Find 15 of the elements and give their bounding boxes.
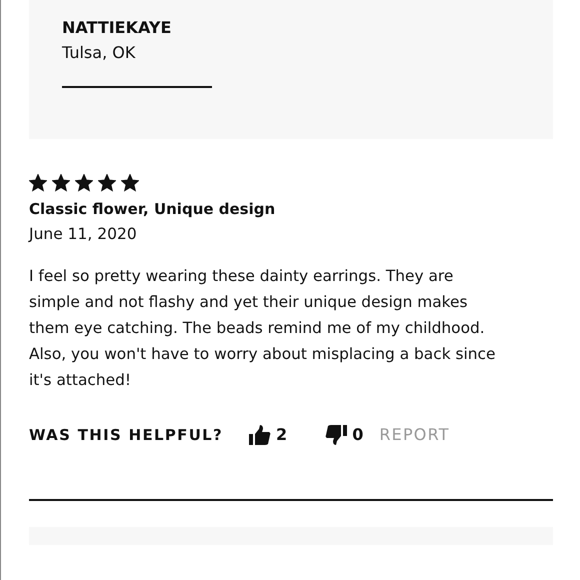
upvote-button[interactable]: 2 <box>249 423 288 447</box>
star-icon <box>75 174 93 192</box>
reviewer-name: NATTIEKAYE <box>62 17 172 39</box>
star-icon <box>52 174 70 192</box>
star-icon <box>29 174 47 192</box>
downvote-button[interactable]: 0 <box>325 423 364 447</box>
star-icon <box>121 174 139 192</box>
thumbs-up-icon <box>249 425 272 445</box>
star-icon <box>98 174 116 192</box>
helpful-prompt: WAS THIS HELPFUL? <box>29 424 224 446</box>
review-text: I feel so pretty wearing these dainty earrings. They are simple and not flashy and yet their unique design makes them eye catching. The beads remind me of my childhood. Also, you won't have to worry about misplacing a back since it's attached! <box>29 266 496 391</box>
thumbs-down-icon <box>325 425 348 445</box>
reviewer-location: Tulsa, OK <box>62 42 136 64</box>
review-title: Classic flower, Unique design <box>29 199 276 220</box>
review-date: June 11, 2020 <box>29 224 138 245</box>
